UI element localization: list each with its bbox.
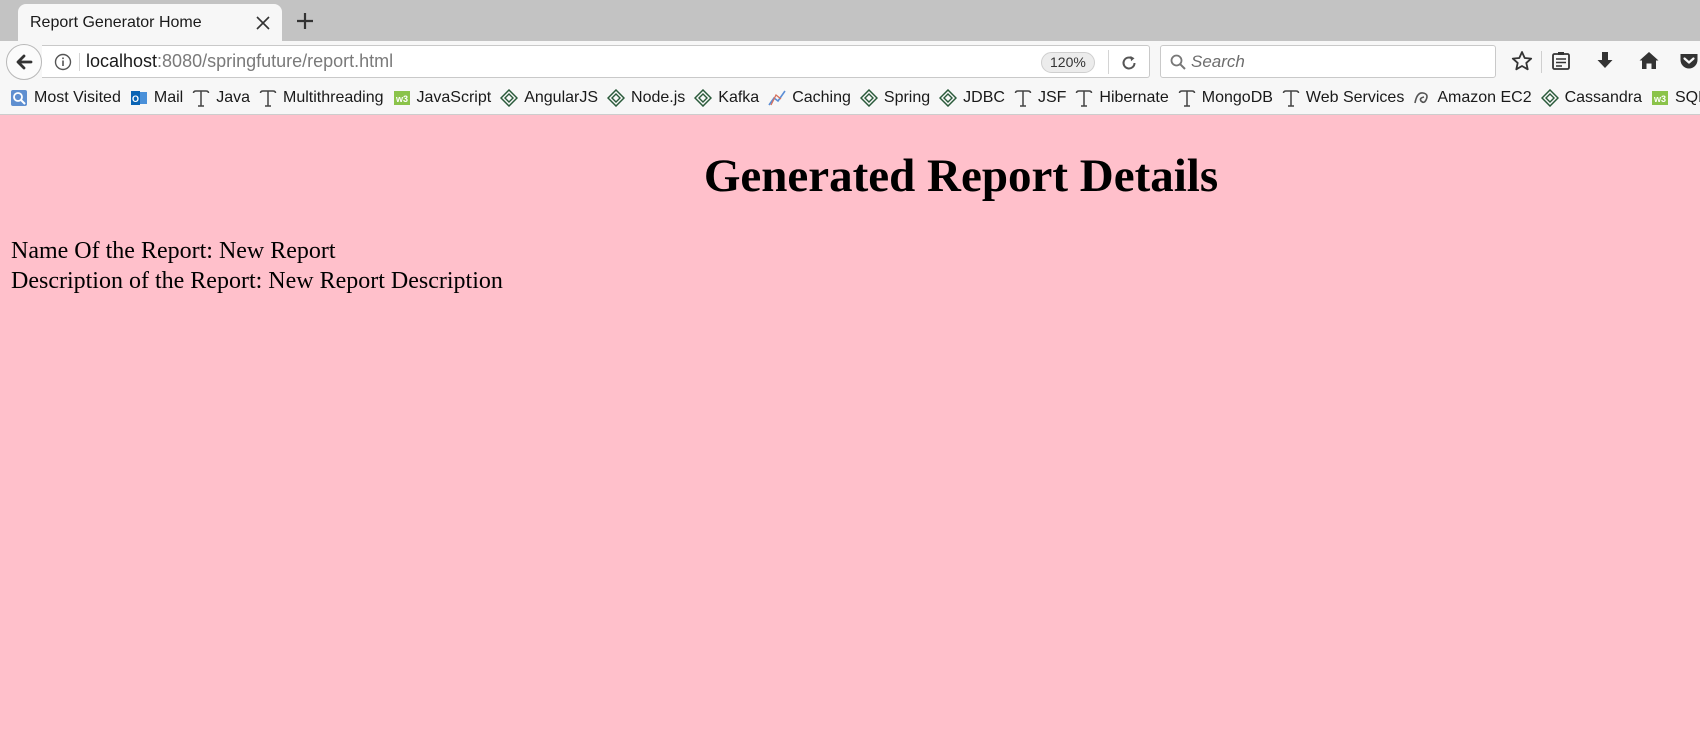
chart-icon <box>768 89 786 107</box>
bookmark-label: Most Visited <box>34 89 121 106</box>
report-name-text: Name Of the Report: New Report <box>11 238 336 264</box>
text-t-icon <box>192 89 210 107</box>
bookmark-most-visited[interactable]: Most Visited <box>10 89 121 107</box>
home-icon[interactable] <box>1634 46 1664 76</box>
back-arrow-icon <box>16 54 33 70</box>
bookmark-mongodb[interactable]: MongoDB <box>1178 89 1273 107</box>
bookmark-label: Web Services <box>1305 89 1405 106</box>
page-title: Generated Report Details <box>703 150 1219 202</box>
most-visited-icon <box>10 89 28 107</box>
bookmark-web-services[interactable]: Web Services <box>1282 89 1404 107</box>
tab-strip: Report Generator Home <box>0 0 1700 41</box>
bookmark-label: JSF <box>1037 89 1067 106</box>
bookmark-label: Caching <box>792 89 851 106</box>
svg-text:w3: w3 <box>394 94 407 104</box>
search-bar[interactable] <box>1160 45 1496 78</box>
text-t-icon <box>1075 89 1093 107</box>
svg-text:O: O <box>132 94 139 104</box>
diamond-icon <box>939 89 958 107</box>
bookmark-angularjs[interactable]: AngularJS <box>500 89 598 107</box>
svg-text:w3: w3 <box>1653 94 1666 104</box>
url-path: :8080/springfuture/report.html <box>157 51 394 71</box>
bookmark-jsf[interactable]: JSF <box>1014 89 1066 107</box>
outlook-icon: O <box>130 89 148 107</box>
bookmark-amazon-ec2[interactable]: Amazon EC2 <box>1413 89 1532 107</box>
bookmark-cassandra[interactable]: Cassandra <box>1540 89 1642 107</box>
bookmark-label: Amazon EC2 <box>1437 89 1532 106</box>
bookmark-label: JavaScript <box>416 89 492 106</box>
bookmark-star-icon[interactable] <box>1507 46 1537 76</box>
diamond-icon <box>1540 89 1559 107</box>
bookmark-label: JDBC <box>963 89 1005 106</box>
page-content: Generated Report Details Name Of the Rep… <box>0 115 1700 754</box>
bookmark-nodejs[interactable]: Node.js <box>607 89 685 107</box>
bookmark-java[interactable]: Java <box>192 89 250 107</box>
zoom-level-badge[interactable]: 120% <box>1041 52 1095 73</box>
back-button[interactable] <box>6 44 42 80</box>
bookmark-mail[interactable]: O Mail <box>130 89 183 107</box>
bookmark-label: Spring <box>883 89 931 106</box>
url-text[interactable]: localhost:8080/springfuture/report.html <box>86 51 393 72</box>
tab-report-generator-home[interactable]: Report Generator Home <box>18 4 282 41</box>
bookmark-label: Java <box>216 89 250 106</box>
info-icon[interactable] <box>54 53 72 71</box>
diamond-icon <box>500 89 519 107</box>
bookmark-label: Cassandra <box>1564 89 1642 106</box>
text-t-icon <box>1282 89 1300 107</box>
new-tab-plus-icon[interactable] <box>290 6 320 36</box>
bookmark-sql[interactable]: w3 SQL <box>1651 89 1700 107</box>
tab-title: Report Generator Home <box>30 13 202 31</box>
w3schools-icon: w3 <box>1651 89 1669 107</box>
bookmark-label: Hibernate <box>1099 89 1169 106</box>
bookmark-javascript[interactable]: w3 JavaScript <box>393 89 492 107</box>
reading-list-icon[interactable] <box>1546 46 1576 76</box>
text-t-icon <box>1178 89 1196 107</box>
bookmark-jdbc[interactable]: JDBC <box>939 89 1005 107</box>
bookmark-label: MongoDB <box>1201 89 1273 106</box>
download-icon[interactable] <box>1590 46 1620 76</box>
close-icon[interactable] <box>248 8 278 38</box>
toolbar-divider <box>1541 51 1542 73</box>
bookmark-spring[interactable]: Spring <box>859 89 931 107</box>
bookmark-label: Multithreading <box>283 89 384 106</box>
report-description-text: Description of the Report: New Report De… <box>11 268 503 294</box>
diamond-icon <box>859 89 878 107</box>
url-divider <box>79 53 80 71</box>
url-host: localhost <box>86 51 158 71</box>
diamond-icon <box>607 89 626 107</box>
diamond-icon <box>694 89 713 107</box>
url-divider-2 <box>1108 50 1109 74</box>
text-t-icon <box>1014 89 1032 107</box>
bookmark-kafka[interactable]: Kafka <box>694 89 759 107</box>
text-t-icon <box>259 89 277 107</box>
swirl-icon <box>1413 89 1431 107</box>
w3schools-icon: w3 <box>393 89 411 107</box>
bookmark-label: SQL <box>1674 89 1700 106</box>
reload-icon[interactable] <box>1116 50 1142 76</box>
bookmark-label: Node.js <box>631 89 686 106</box>
bookmark-label: AngularJS <box>524 89 599 106</box>
navigation-toolbar: localhost:8080/springfuture/report.html … <box>0 41 1700 82</box>
search-icon <box>1169 53 1187 71</box>
bookmark-multithreading[interactable]: Multithreading <box>259 89 384 107</box>
bookmark-label: Mail <box>153 89 184 106</box>
pocket-icon[interactable] <box>1674 46 1700 76</box>
url-bar[interactable]: localhost:8080/springfuture/report.html … <box>42 45 1150 78</box>
bookmark-caching[interactable]: Caching <box>768 89 851 107</box>
bookmarks-toolbar: Most Visited O Mail Java Multithreading … <box>0 82 1700 115</box>
bookmark-label: Kafka <box>718 89 760 106</box>
bookmark-hibernate[interactable]: Hibernate <box>1075 89 1169 107</box>
search-input[interactable] <box>1191 50 1481 74</box>
